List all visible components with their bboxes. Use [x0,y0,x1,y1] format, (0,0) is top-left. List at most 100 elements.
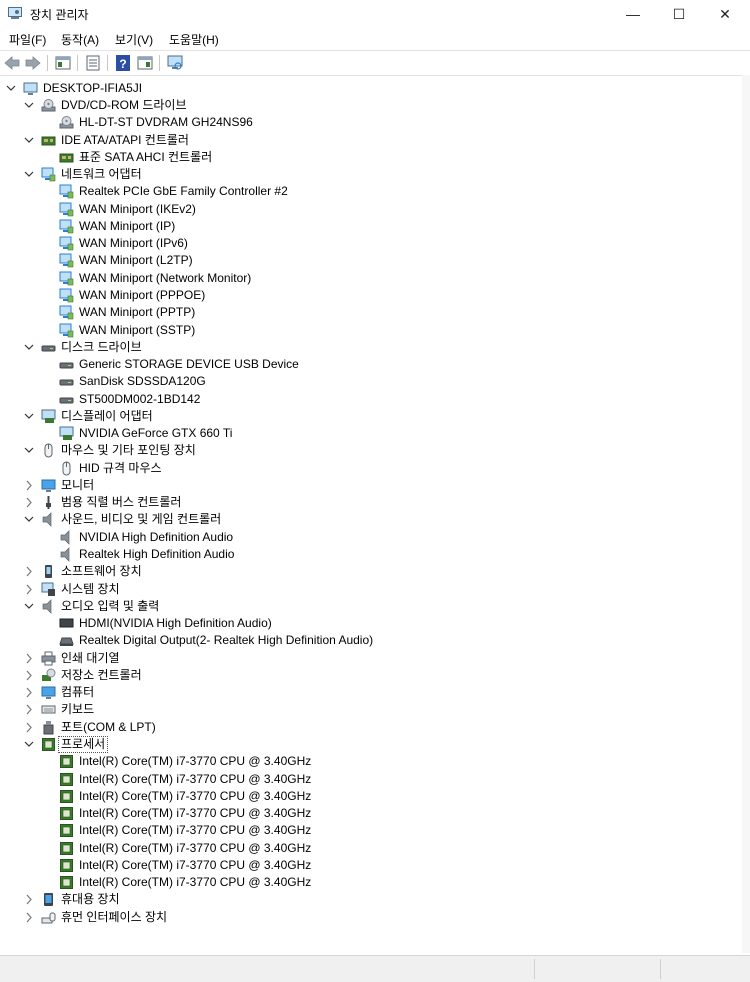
processor-icon [60,773,73,786]
toolbar-separator [77,55,78,71]
network-adapter-icon [59,271,74,286]
category-label: 디스플레이 어댑터 [61,409,153,423]
toolbar-separator [47,55,48,71]
forward-arrow-icon[interactable] [24,54,42,72]
category-label: 키보드 [61,702,95,716]
device-label: SanDisk SDSSDA120G [79,374,206,388]
menu-bar: 파일(F) 동작(A) 보기(V) 도움말(H) [0,28,750,50]
back-arrow-icon[interactable] [3,54,21,72]
device-label: HL-DT-ST DVDRAM GH24NS96 [79,115,253,129]
device-label: Intel(R) Core(TM) i7-3770 CPU @ 3.40GHz [79,875,312,889]
device-label: HID 규격 마우스 [79,461,162,475]
device-label: Intel(R) Core(TM) i7-3770 CPU @ 3.40GHz [79,772,312,786]
display-adapter-icon [59,426,74,440]
title-bar: 장치 관리자 — ☐ ✕ [0,0,750,28]
menu-view[interactable]: 보기(V) [115,31,153,48]
help-icon[interactable]: ? [114,54,132,72]
digital-output-icon [59,637,74,646]
device-label: WAN Miniport (Network Monitor) [79,271,252,285]
category-label: 휴대용 장치 [61,892,120,906]
close-button[interactable]: ✕ [702,0,748,28]
chevron-down-icon[interactable] [23,736,35,753]
properties-icon[interactable] [84,54,102,72]
category-label: 저장소 컨트롤러 [61,668,142,682]
device-label: ST500DM002-1BD142 [79,392,201,406]
action-pane-icon[interactable] [136,54,154,72]
status-bar-separator [534,959,535,979]
device-label: Intel(R) Core(TM) i7-3770 CPU @ 3.40GHz [79,841,312,855]
menu-action[interactable]: 동작(A) [61,31,99,48]
network-adapter-icon [59,288,74,303]
network-adapter-icon [59,219,74,234]
device-manager-app-icon [8,7,22,19]
device-label: Realtek PCIe GbE Family Controller #2 [79,184,288,198]
device-label: WAN Miniport (SSTP) [79,323,196,337]
chevron-right-icon[interactable] [23,719,35,736]
status-bar [0,955,750,982]
chevron-down-icon[interactable] [23,97,35,114]
status-bar-separator [660,959,661,979]
monitor-scan-icon[interactable] [166,54,184,72]
processor-icon [60,842,73,855]
chevron-right-icon[interactable] [23,667,35,684]
device-label: Realtek Digital Output(2- Realtek High D… [79,633,374,647]
menu-help[interactable]: 도움말(H) [169,31,219,48]
chevron-down-icon[interactable] [23,166,35,183]
maximize-button[interactable]: ☐ [656,0,702,28]
network-adapter-icon [59,236,74,251]
processor-icon [60,807,73,820]
hdmi-output-icon [59,618,74,628]
chevron-right-icon[interactable] [23,494,35,511]
close-icon: ✕ [719,6,731,22]
chevron-right-icon[interactable] [23,477,35,494]
category-label: 범용 직렬 버스 컨트롤러 [61,495,182,509]
chevron-down-icon[interactable] [23,408,35,425]
dvd-drive-icon [59,116,74,129]
chevron-right-icon[interactable] [23,581,35,598]
category-label: 프로세서 [58,736,109,753]
device-label: NVIDIA GeForce GTX 660 Ti [79,426,233,440]
chevron-right-icon[interactable] [23,909,35,926]
network-adapter-icon [59,202,74,217]
category-label: DVD/CD-ROM 드라이브 [61,98,187,112]
chevron-down-icon[interactable] [23,442,35,459]
minimize-button[interactable]: — [610,0,656,28]
device-tree[interactable]: DESKTOP-IFIA5JI DVD/CD-ROM 드라이브 HL-DT-ST … [0,75,743,953]
chevron-down-icon[interactable] [23,598,35,615]
chevron-right-icon[interactable] [23,650,35,667]
show-hide-console-tree-icon[interactable] [54,54,72,72]
device-label: Intel(R) Core(TM) i7-3770 CPU @ 3.40GHz [79,858,312,872]
chevron-down-icon[interactable] [5,80,17,97]
category-label: 사운드, 비디오 및 게임 컨트롤러 [61,512,222,526]
device-label: Intel(R) Core(TM) i7-3770 CPU @ 3.40GHz [79,806,312,820]
device-label: HDMI(NVIDIA High Definition Audio) [79,616,272,630]
chevron-down-icon[interactable] [23,132,35,149]
keyboard-icon [41,705,56,714]
chevron-down-icon[interactable] [23,511,35,528]
chevron-right-icon[interactable] [23,684,35,701]
usb-controller-icon [46,496,51,509]
device-label: Intel(R) Core(TM) i7-3770 CPU @ 3.40GHz [79,789,312,803]
chevron-right-icon[interactable] [23,563,35,580]
device-label: Generic STORAGE DEVICE USB Device [79,357,299,371]
computer-icon [41,686,56,699]
network-adapter-icon [41,167,56,182]
network-adapter-icon [59,305,74,320]
display-adapter-icon [41,409,56,423]
chevron-right-icon[interactable] [23,701,35,718]
menu-file[interactable]: 파일(F) [9,31,46,48]
processor-icon [60,824,73,837]
network-adapter-icon [59,253,74,268]
device-label: NVIDIA High Definition Audio [79,530,234,544]
hid-icon [41,912,56,924]
device-label: Intel(R) Core(TM) i7-3770 CPU @ 3.40GHz [79,823,312,837]
chevron-down-icon[interactable] [23,339,35,356]
scrollbar-track[interactable] [742,75,750,953]
disk-drive-icon [41,345,56,352]
mouse-icon [44,443,53,458]
category-label: 컴퓨터 [61,685,95,699]
speaker-icon [60,547,70,562]
chevron-right-icon[interactable] [23,891,35,908]
category-label: 휴먼 인터페이스 장치 [61,910,168,924]
device-label: Realtek High Definition Audio [79,547,235,561]
